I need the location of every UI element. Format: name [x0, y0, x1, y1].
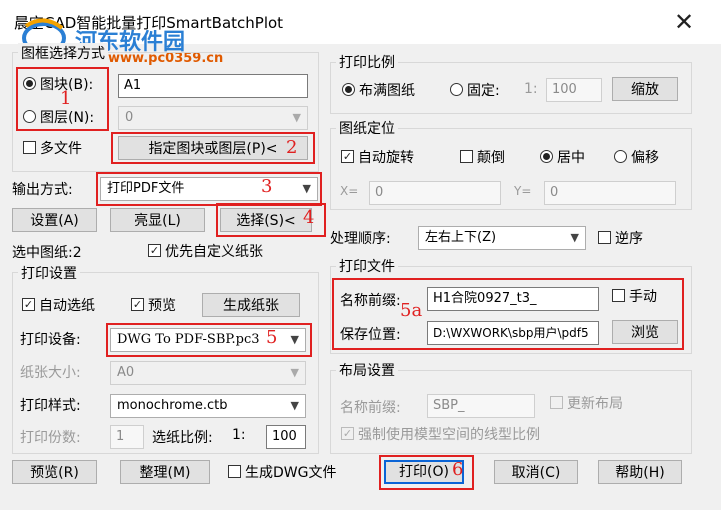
- fixed-scale-prefix: 1:: [524, 81, 538, 97]
- chevron-down-icon: ▼: [292, 111, 301, 124]
- chevron-down-icon: ▼: [290, 366, 299, 379]
- center-label: 居中: [557, 150, 585, 166]
- style-select[interactable]: monochrome.ctb ▼: [110, 394, 306, 418]
- scale-prefix: 1:: [232, 427, 246, 443]
- order-select[interactable]: 左右上下(Z) ▼: [418, 226, 586, 250]
- annotation-marker-5: 5: [266, 327, 278, 348]
- multi-file-checkbox[interactable]: [23, 141, 36, 154]
- y-label: Y=: [514, 184, 532, 198]
- preview-checkbox[interactable]: ✓: [131, 298, 144, 311]
- center-radio[interactable]: [540, 150, 553, 163]
- fit-paper-radio[interactable]: [342, 83, 355, 96]
- fit-paper-label: 布满图纸: [359, 83, 415, 99]
- annotation-marker-3: 3: [261, 176, 273, 197]
- auto-paper-checkbox[interactable]: ✓: [22, 298, 35, 311]
- order-select-value: 左右上下(Z): [425, 230, 497, 245]
- upside-down-checkbox[interactable]: [460, 150, 473, 163]
- multi-file-label: 多文件: [40, 141, 82, 157]
- prefer-custom-paper-label: 优先自定义纸张: [165, 244, 263, 260]
- arrange-button[interactable]: 整理(M): [120, 460, 210, 484]
- x-label: X=: [340, 184, 359, 198]
- upside-down-label: 颠倒: [477, 150, 505, 166]
- print-file-group-title: 打印文件: [336, 256, 398, 276]
- annotation-box-3: [96, 172, 322, 206]
- reverse-label: 逆序: [615, 231, 643, 247]
- offset-label: 偏移: [631, 150, 659, 166]
- fixed-scale-radio[interactable]: [450, 83, 463, 96]
- zoom-button[interactable]: 缩放: [612, 77, 678, 101]
- x-offset-input[interactable]: 0: [369, 181, 501, 205]
- force-model-linetype-label: 强制使用模型空间的线型比例: [358, 427, 540, 443]
- cancel-button[interactable]: 取消(C): [494, 460, 578, 484]
- block-input[interactable]: A1: [118, 74, 308, 98]
- reverse-checkbox[interactable]: [598, 231, 611, 244]
- annotation-marker-4: 4: [303, 207, 315, 228]
- annotation-marker-1: 1: [60, 88, 72, 109]
- force-model-linetype-checkbox[interactable]: ✓: [341, 427, 354, 440]
- preview-button[interactable]: 预览(R): [12, 460, 97, 484]
- highlight-button[interactable]: 亮显(L): [110, 208, 205, 232]
- fixed-scale-input[interactable]: 100: [546, 78, 602, 102]
- annotation-box-2: [111, 132, 315, 164]
- copies-input[interactable]: 1: [110, 425, 144, 449]
- layer-select[interactable]: 0 ▼: [118, 106, 308, 130]
- auto-rotate-checkbox[interactable]: ✓: [341, 150, 354, 163]
- annotation-marker-5a: 5a: [400, 300, 423, 321]
- settings-button[interactable]: 设置(A): [12, 208, 97, 232]
- close-icon[interactable]: ✕: [670, 8, 698, 36]
- paper-size-label: 纸张大小:: [20, 365, 81, 381]
- scale-input[interactable]: 100: [266, 425, 306, 449]
- preview-label: 预览: [148, 298, 176, 314]
- offset-radio[interactable]: [614, 150, 627, 163]
- prefer-custom-paper-checkbox[interactable]: ✓: [148, 244, 161, 257]
- paper-size-select[interactable]: A0 ▼: [110, 361, 306, 385]
- chevron-down-icon: ▼: [570, 231, 579, 244]
- scale-label: 选纸比例:: [152, 430, 213, 446]
- gen-dwg-label: 生成DWG文件: [245, 465, 337, 481]
- layout-settings-group-title: 布局设置: [336, 360, 398, 380]
- selected-count: 选中图纸:2: [12, 245, 82, 261]
- new-layout-checkbox[interactable]: [550, 396, 563, 409]
- style-select-value: monochrome.ctb: [117, 398, 228, 413]
- paper-size-select-value: A0: [117, 365, 135, 380]
- output-label: 输出方式:: [12, 182, 73, 198]
- auto-rotate-label: 自动旋转: [358, 150, 414, 166]
- new-layout-label: 更新布局: [567, 396, 623, 412]
- annotation-marker-2: 2: [286, 137, 298, 158]
- copies-label: 打印份数:: [20, 430, 81, 446]
- layer-select-value: 0: [125, 110, 134, 125]
- gen-dwg-checkbox[interactable]: [228, 465, 241, 478]
- generate-paper-button[interactable]: 生成纸张: [202, 293, 300, 317]
- order-label: 处理顺序:: [330, 231, 391, 247]
- auto-paper-label: 自动选纸: [39, 298, 95, 314]
- print-scale-group-title: 打印比例: [336, 52, 398, 72]
- annotation-marker-6: 6: [452, 459, 464, 480]
- fixed-scale-label: 固定:: [467, 83, 500, 99]
- y-offset-input[interactable]: 0: [544, 181, 676, 205]
- paper-position-group-title: 图纸定位: [336, 118, 398, 138]
- style-label: 打印样式:: [20, 398, 81, 414]
- chevron-down-icon: ▼: [290, 399, 299, 412]
- layout-prefix-label: 名称前缀:: [340, 400, 401, 416]
- help-button[interactable]: 帮助(H): [598, 460, 682, 484]
- dialog-window: 晨空CAD智能批量打印SmartBatchPlot ✕ 河东软件园 www.pc…: [0, 0, 721, 510]
- device-label: 打印设备:: [20, 332, 81, 348]
- print-settings-group-title: 打印设置: [18, 263, 80, 283]
- annotation-box-5a: [332, 278, 684, 350]
- selection-group-title: 图框选择方式: [18, 43, 108, 63]
- annotation-box-5: [106, 323, 312, 357]
- layout-prefix-input[interactable]: SBP_: [427, 394, 535, 418]
